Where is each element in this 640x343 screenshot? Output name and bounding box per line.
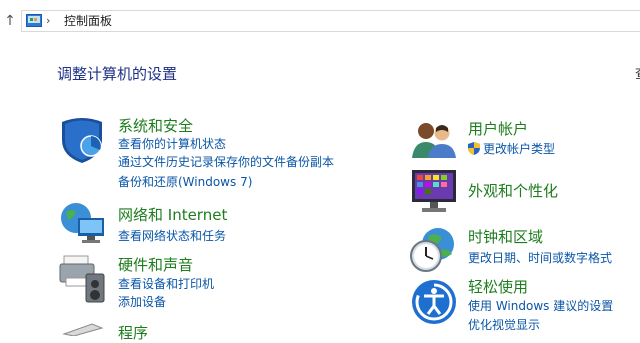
link-file-history-backup[interactable]: 通过文件历史记录保存你的文件备份副本 bbox=[118, 153, 334, 170]
category-clock-region[interactable]: 时钟和区域 bbox=[468, 226, 543, 247]
breadcrumb-control-panel[interactable]: 控制面板 bbox=[64, 14, 112, 29]
address-bar[interactable]: › 控制面板 bbox=[21, 10, 640, 32]
programs-icon bbox=[62, 323, 104, 336]
printer-speaker-icon bbox=[59, 255, 105, 303]
control-panel-icon bbox=[26, 14, 42, 27]
link-backup-restore[interactable]: 备份和还原(Windows 7) bbox=[118, 173, 252, 190]
category-programs[interactable]: 程序 bbox=[118, 322, 148, 343]
link-view-network-status[interactable]: 查看网络状态和任务 bbox=[118, 227, 226, 244]
page-title: 调整计算机的设置 bbox=[57, 65, 178, 83]
category-system-security[interactable]: 系统和安全 bbox=[118, 115, 193, 136]
ease-of-access-icon bbox=[412, 280, 456, 324]
view-by-label[interactable]: 查 bbox=[635, 63, 640, 82]
shield-icon bbox=[62, 118, 102, 163]
category-user-accounts[interactable]: 用户帐户 bbox=[468, 118, 528, 139]
category-hardware-sound[interactable]: 硬件和声音 bbox=[118, 254, 193, 275]
link-change-account-type-label[interactable]: 更改帐户类型 bbox=[483, 142, 555, 156]
link-use-recommended-settings[interactable]: 使用 Windows 建议的设置 bbox=[468, 297, 613, 314]
up-arrow-button[interactable]: ↑ bbox=[3, 11, 17, 31]
link-add-device[interactable]: 添加设备 bbox=[118, 293, 166, 310]
uac-shield-icon bbox=[468, 142, 480, 155]
users-icon bbox=[412, 123, 456, 158]
link-view-computer-status[interactable]: 查看你的计算机状态 bbox=[118, 135, 226, 152]
link-change-account-type[interactable]: 更改帐户类型 bbox=[468, 140, 555, 157]
category-appearance-personalization[interactable]: 外观和个性化 bbox=[468, 180, 558, 201]
link-optimize-visual-display[interactable]: 优化视觉显示 bbox=[468, 316, 540, 333]
monitor-appearance-icon bbox=[412, 170, 456, 212]
network-globe-icon bbox=[61, 203, 104, 243]
link-view-devices-printers[interactable]: 查看设备和打印机 bbox=[118, 275, 214, 292]
breadcrumb-separator[interactable]: › bbox=[46, 14, 50, 28]
category-network-internet[interactable]: 网络和 Internet bbox=[118, 204, 227, 225]
category-ease-of-access[interactable]: 轻松使用 bbox=[468, 276, 528, 297]
link-change-date-time-format[interactable]: 更改日期、时间或数字格式 bbox=[468, 249, 612, 266]
clock-globe-icon bbox=[410, 228, 454, 272]
